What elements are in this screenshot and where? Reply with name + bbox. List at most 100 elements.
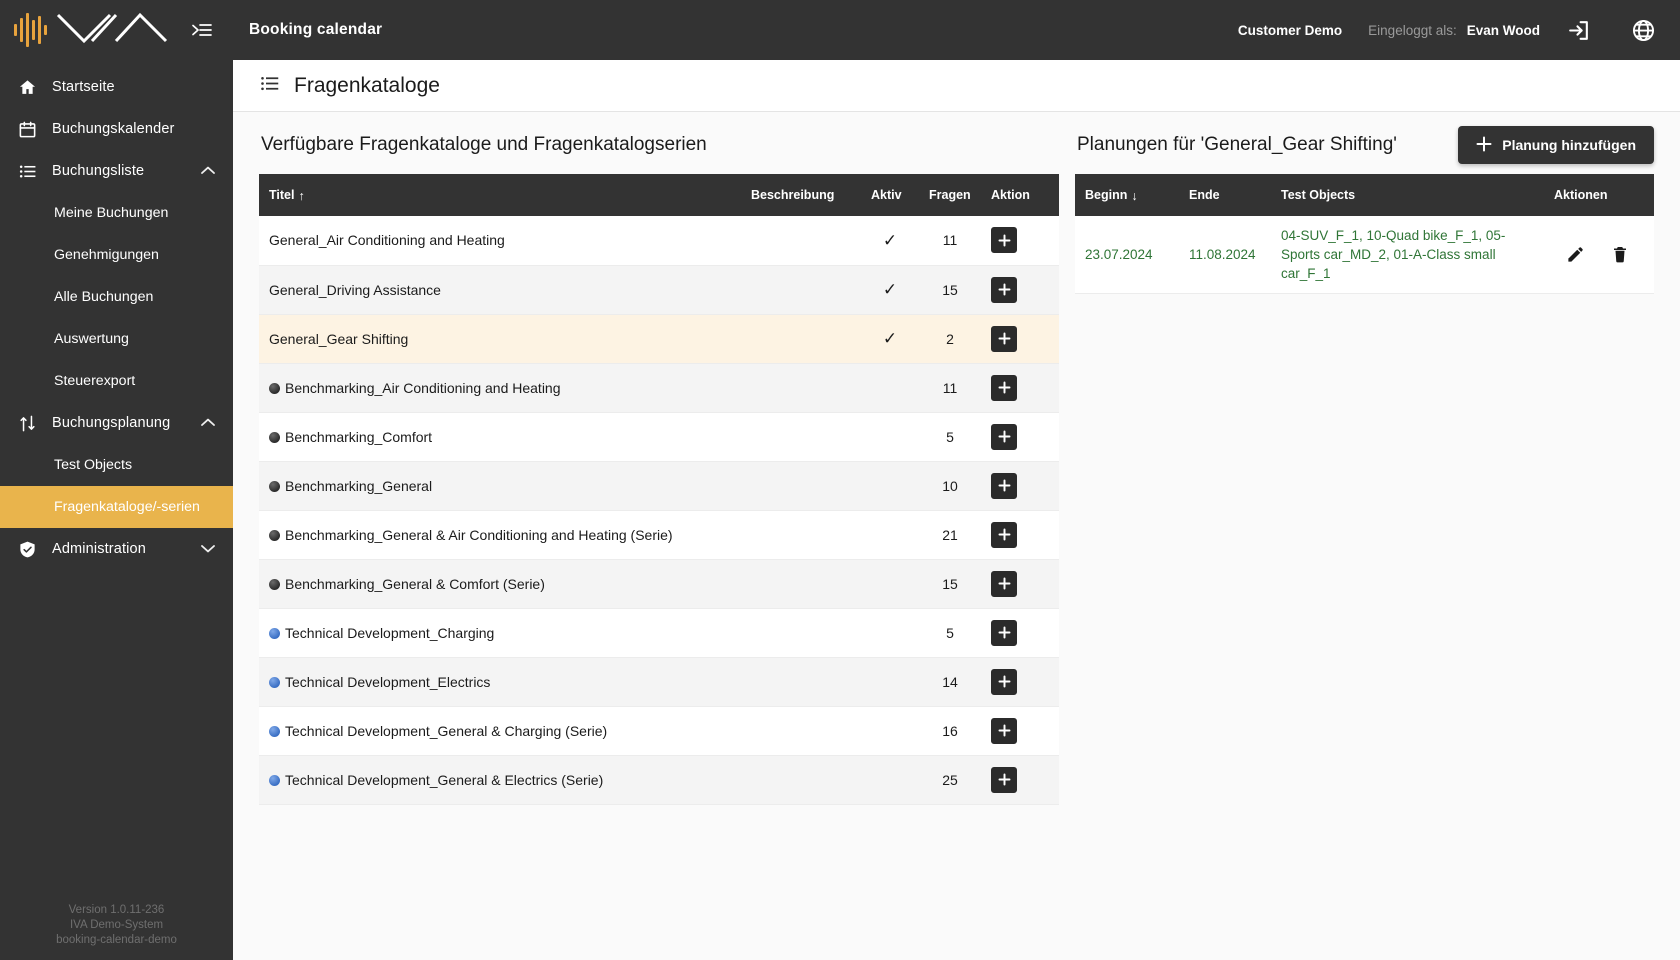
- chevron-down-icon: [201, 541, 215, 557]
- cell-action: [981, 461, 1059, 511]
- add-row-button[interactable]: [991, 717, 1017, 744]
- column-header-action: Aktion: [981, 174, 1059, 216]
- add-row-button[interactable]: [991, 374, 1017, 401]
- sidebar-item-meine-buchungen[interactable]: Meine Buchungen: [0, 192, 233, 234]
- list-icon: [16, 162, 38, 181]
- pencil-icon[interactable]: [1566, 245, 1585, 264]
- table-row[interactable]: Technical Development_Charging 5: [259, 608, 1059, 658]
- catalogs-table-head: Titel ↑ Beschreibung Aktiv Fragen Aktion: [259, 174, 1059, 216]
- plannings-table-body: 23.07.2024 11.08.2024 04-SUV_F_1, 10-Quad …: [1075, 216, 1654, 294]
- add-row-button[interactable]: [991, 766, 1017, 793]
- cell-questions: 5: [919, 412, 981, 462]
- cell-description: [741, 608, 861, 658]
- column-header-active[interactable]: Aktiv: [861, 174, 919, 216]
- sidebar-item-genehmigungen[interactable]: Genehmigungen: [0, 234, 233, 276]
- plannings-table-head: Beginn ↓ Ende Test Objects Aktionen: [1075, 174, 1654, 216]
- plus-icon: [998, 283, 1011, 296]
- table-row[interactable]: Benchmarking_General 10: [259, 461, 1059, 511]
- sidebar-group-buchungsplanung[interactable]: Buchungsplanung: [0, 402, 233, 444]
- add-row-button[interactable]: [991, 276, 1017, 303]
- cell-action: [981, 314, 1059, 364]
- plannings-table: Beginn ↓ Ende Test Objects Aktionen 23.07…: [1075, 174, 1654, 294]
- add-row-button[interactable]: [991, 227, 1017, 254]
- catalog-title: Benchmarking_General & Comfort (Serie): [285, 575, 545, 592]
- table-row[interactable]: Benchmarking_General & Comfort (Serie) 15: [259, 559, 1059, 609]
- column-header-test-objects[interactable]: Test Objects: [1271, 174, 1544, 216]
- add-row-button[interactable]: [991, 570, 1017, 597]
- sidebar-item-buchungskalender[interactable]: Buchungskalender: [0, 108, 233, 150]
- column-header-end[interactable]: Ende: [1179, 174, 1271, 216]
- customer-name: Customer Demo: [1237, 22, 1343, 38]
- logout-icon[interactable]: [1566, 18, 1591, 43]
- column-header-title[interactable]: Titel ↑: [259, 174, 741, 216]
- cell-active: ✓: [861, 216, 919, 266]
- table-row[interactable]: General_Air Conditioning and Heating ✓ 11: [259, 216, 1059, 266]
- add-row-button[interactable]: [991, 521, 1017, 548]
- add-planning-label: Planung hinzufügen: [1502, 137, 1636, 153]
- column-header-description[interactable]: Beschreibung: [741, 174, 861, 216]
- column-header-questions[interactable]: Fragen: [919, 174, 981, 216]
- plus-icon: [998, 479, 1011, 492]
- add-planning-button[interactable]: Planung hinzufügen: [1458, 126, 1654, 164]
- cell-questions: 2: [919, 314, 981, 364]
- plus-icon: [998, 332, 1011, 345]
- add-row-button[interactable]: [991, 423, 1017, 450]
- cell-action: [981, 706, 1059, 756]
- table-row[interactable]: 23.07.2024 11.08.2024 04-SUV_F_1, 10-Quad …: [1075, 216, 1654, 294]
- category-dot-blue-icon: [269, 627, 280, 639]
- add-row-button[interactable]: [991, 325, 1017, 352]
- sidebar-group-buchungsliste[interactable]: Buchungsliste: [0, 150, 233, 192]
- table-row[interactable]: Benchmarking_Comfort 5: [259, 412, 1059, 462]
- table-row[interactable]: General_Gear Shifting ✓ 2: [259, 314, 1059, 364]
- plannings-heading: Planungen für 'General_Gear Shifting': [1077, 134, 1397, 155]
- catalog-title: Technical Development_General & Charging…: [285, 722, 608, 739]
- plus-icon: [998, 577, 1011, 590]
- instance-text: booking-calendar-demo: [56, 934, 177, 946]
- table-row[interactable]: Benchmarking_Air Conditioning and Heatin…: [259, 363, 1059, 413]
- sidebar-item-alle-buchungen[interactable]: Alle Buchungen: [0, 276, 233, 318]
- chevron-up-icon: [201, 415, 215, 431]
- row-actions: [1554, 245, 1644, 264]
- cell-action: [981, 363, 1059, 413]
- check-icon: ✓: [882, 329, 898, 348]
- cell-title: Benchmarking_General: [259, 461, 741, 511]
- category-dot-dark-icon: [269, 529, 280, 541]
- add-row-button[interactable]: [991, 668, 1017, 695]
- column-header-actions: Aktionen: [1544, 174, 1654, 216]
- table-row[interactable]: Technical Development_General & Electric…: [259, 755, 1059, 805]
- trash-icon[interactable]: [1611, 245, 1629, 264]
- page-title: Fragenkataloge: [294, 73, 440, 97]
- swap-icon: [16, 414, 38, 433]
- globe-icon[interactable]: [1631, 18, 1656, 43]
- cell-description: [741, 559, 861, 609]
- add-row-button[interactable]: [991, 619, 1017, 646]
- sidebar-item-fragenkataloge[interactable]: Fragenkataloge/-serien: [0, 486, 233, 528]
- table-row[interactable]: General_Driving Assistance ✓ 15: [259, 265, 1059, 315]
- sidebar-sub-label: Alle Buchungen: [54, 289, 154, 305]
- sidebar-item-steuerexport[interactable]: Steuerexport: [0, 360, 233, 402]
- sidebar-item-label: Buchungsplanung: [52, 415, 171, 431]
- user-name: Evan Wood: [1466, 22, 1540, 38]
- cell-description: [741, 461, 861, 511]
- table-row[interactable]: Technical Development_General & Charging…: [259, 706, 1059, 756]
- sidebar-collapse-icon[interactable]: [187, 15, 217, 45]
- page-header: Fragenkataloge: [233, 60, 1680, 112]
- app-root: Startseite Buchungskalender Buchungslist…: [0, 0, 1680, 960]
- sidebar-item-auswertung[interactable]: Auswertung: [0, 318, 233, 360]
- table-row[interactable]: Technical Development_Electrics 14: [259, 657, 1059, 707]
- sidebar-item-test-objects[interactable]: Test Objects: [0, 444, 233, 486]
- table-row[interactable]: Benchmarking_General & Air Conditioning …: [259, 510, 1059, 560]
- sidebar-group-administration[interactable]: Administration: [0, 528, 233, 570]
- plus-icon: [998, 675, 1011, 688]
- cell-title: Benchmarking_General & Air Conditioning …: [259, 510, 741, 560]
- cell-description: [741, 412, 861, 462]
- cell-questions: 21: [919, 510, 981, 560]
- column-header-start[interactable]: Beginn ↓: [1075, 174, 1179, 216]
- cell-title: Technical Development_Electrics: [259, 657, 741, 707]
- add-row-button[interactable]: [991, 472, 1017, 499]
- sidebar-sub-label: Test Objects: [54, 457, 133, 473]
- list-icon: [259, 73, 280, 99]
- sidebar-item-startseite[interactable]: Startseite: [0, 66, 233, 108]
- cell-questions: 16: [919, 706, 981, 756]
- plus-icon: [998, 528, 1011, 541]
